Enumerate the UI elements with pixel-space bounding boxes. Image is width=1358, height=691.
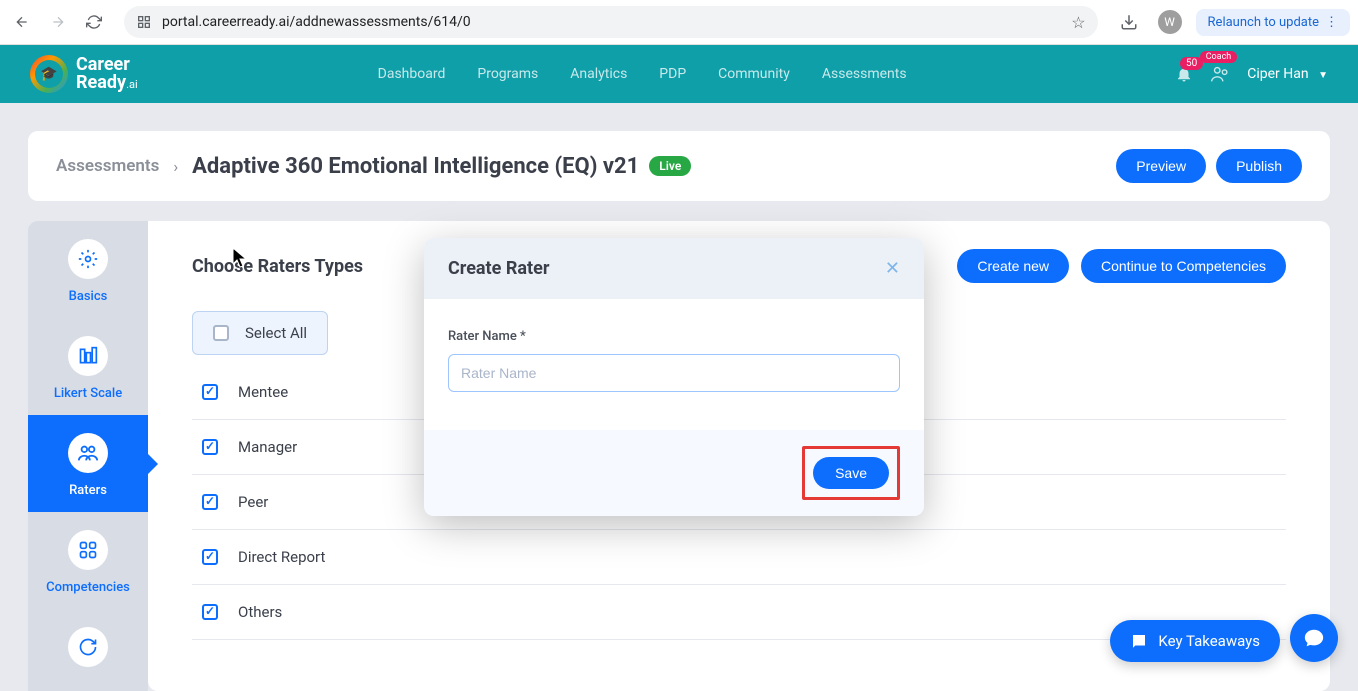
save-button[interactable]: Save xyxy=(813,457,889,489)
rater-label: Peer xyxy=(238,493,268,511)
breadcrumb[interactable]: Assessments xyxy=(56,156,159,176)
back-button[interactable] xyxy=(8,8,36,36)
sidebar-item-raters[interactable]: Raters xyxy=(28,415,148,512)
download-icon[interactable] xyxy=(1120,13,1138,31)
scale-icon xyxy=(68,336,108,376)
checkbox-icon[interactable] xyxy=(202,439,218,455)
browser-chrome: portal.careerready.ai/addnewassessments/… xyxy=(0,0,1358,45)
checkbox-icon[interactable] xyxy=(202,384,218,400)
chat-button[interactable] xyxy=(1290,614,1338,662)
app-topnav: 🎓 Career Ready.ai Dashboard Programs Ana… xyxy=(0,45,1358,103)
checkbox-icon[interactable] xyxy=(202,494,218,510)
rater-label: Mentee xyxy=(238,383,288,401)
key-takeaways-button[interactable]: Key Takeaways xyxy=(1110,620,1280,662)
nav-programs[interactable]: Programs xyxy=(477,66,538,82)
sidebar-item-label: Competencies xyxy=(46,580,130,595)
grid-icon xyxy=(68,530,108,570)
status-badge: Live xyxy=(649,156,691,176)
rater-label: Others xyxy=(238,603,282,621)
refresh-icon xyxy=(68,627,108,667)
nav-community[interactable]: Community xyxy=(718,66,790,82)
reload-button[interactable] xyxy=(80,8,108,36)
cursor-icon xyxy=(233,248,249,268)
sidebar-item-label: Likert Scale xyxy=(54,386,122,401)
notifications-icon[interactable]: 50 xyxy=(1175,65,1193,83)
close-icon[interactable]: ✕ xyxy=(885,258,900,279)
sidebar-item-likert[interactable]: Likert Scale xyxy=(28,318,148,415)
gear-icon xyxy=(68,239,108,279)
users-icon xyxy=(68,433,108,473)
nav-analytics[interactable]: Analytics xyxy=(570,66,627,82)
relaunch-button[interactable]: Relaunch to update ⋮ xyxy=(1196,9,1350,36)
sidebar-item-label: Basics xyxy=(69,289,108,304)
logo[interactable]: 🎓 Career Ready.ai xyxy=(30,55,138,93)
create-new-button[interactable]: Create new xyxy=(957,249,1069,283)
logo-text: Career Ready.ai xyxy=(76,56,138,92)
coach-badge: Coach xyxy=(1200,51,1238,63)
nav-dashboard[interactable]: Dashboard xyxy=(378,66,446,82)
rater-label: Direct Report xyxy=(238,548,325,566)
profile-avatar[interactable]: W xyxy=(1158,10,1182,34)
rater-label: Manager xyxy=(238,438,297,456)
sidebar-item-more[interactable] xyxy=(28,609,148,691)
rater-row[interactable]: Direct Report xyxy=(192,530,1286,585)
publish-button[interactable]: Publish xyxy=(1216,149,1302,183)
coach-icon[interactable]: Coach xyxy=(1209,63,1231,85)
key-takeaways-label: Key Takeaways xyxy=(1158,632,1260,650)
nav-assessments[interactable]: Assessments xyxy=(822,66,907,82)
field-label: Rater Name * xyxy=(448,329,900,344)
chat-icon xyxy=(1303,627,1325,649)
select-all-row[interactable]: Select All xyxy=(192,311,328,355)
sidebar-item-basics[interactable]: Basics xyxy=(28,221,148,318)
chevron-down-icon: ▼ xyxy=(1318,70,1328,81)
relaunch-label: Relaunch to update xyxy=(1208,15,1319,30)
wizard-sidebar: Basics Likert Scale Raters Competencies xyxy=(28,221,148,691)
nav-pdp[interactable]: PDP xyxy=(659,66,686,82)
note-icon xyxy=(1130,632,1148,650)
modal-title: Create Rater xyxy=(448,258,549,279)
bookmark-icon[interactable]: ☆ xyxy=(1071,13,1085,32)
sidebar-item-label: Raters xyxy=(69,483,107,498)
preview-button[interactable]: Preview xyxy=(1116,149,1206,183)
user-menu[interactable]: Ciper Han ▼ xyxy=(1247,66,1328,82)
save-highlight: Save xyxy=(802,446,900,500)
nav-links: Dashboard Programs Analytics PDP Communi… xyxy=(378,66,907,82)
rater-name-input[interactable] xyxy=(448,354,900,392)
select-all-label: Select All xyxy=(245,324,307,342)
continue-button[interactable]: Continue to Competencies xyxy=(1081,249,1286,283)
site-settings-icon[interactable] xyxy=(136,14,152,30)
page-header: Assessments › Adaptive 360 Emotional Int… xyxy=(28,131,1330,201)
forward-button[interactable] xyxy=(44,8,72,36)
sidebar-item-competencies[interactable]: Competencies xyxy=(28,512,148,609)
checkbox-icon[interactable] xyxy=(213,325,229,341)
checkbox-icon[interactable] xyxy=(202,549,218,565)
create-rater-modal: Create Rater ✕ Rater Name * Save xyxy=(424,238,924,516)
address-bar[interactable]: portal.careerready.ai/addnewassessments/… xyxy=(124,6,1098,38)
page-title: Adaptive 360 Emotional Intelligence (EQ)… xyxy=(192,154,639,179)
content-title: Choose Raters Types xyxy=(192,256,363,277)
url-text: portal.careerready.ai/addnewassessments/… xyxy=(162,14,1061,30)
logo-icon: 🎓 xyxy=(30,55,68,93)
checkbox-icon[interactable] xyxy=(202,604,218,620)
more-icon: ⋮ xyxy=(1325,15,1338,30)
chevron-right-icon: › xyxy=(173,157,178,176)
